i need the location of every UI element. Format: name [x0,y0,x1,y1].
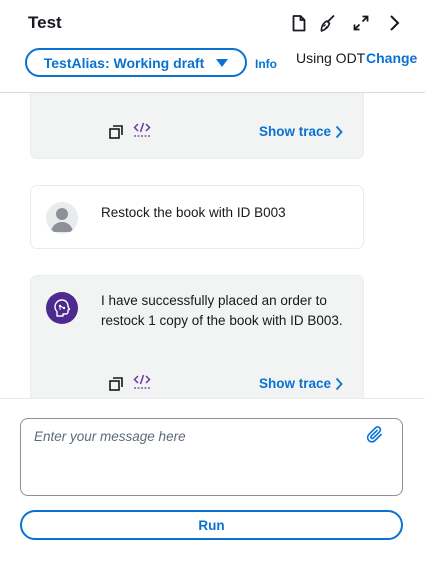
user-message-text: Restock the book with ID B003 [101,205,286,220]
test-panel-header: Test TestAlias: Working draft Info Using… [0,0,425,93]
user-avatar [46,202,78,234]
info-link[interactable]: Info [255,57,277,71]
odt-label: Using ODT [296,50,366,66]
chevron-right-icon [335,125,343,138]
alias-label: TestAlias: Working draft [43,54,205,71]
user-message-card: Restock the book with ID B003 [30,185,364,249]
agent-message-card: I have successfully placed an order to r… [30,275,364,398]
caret-down-icon [216,58,229,67]
document-icon[interactable] [289,13,309,33]
copy-icon[interactable] [108,124,124,140]
clear-session-icon[interactable] [317,13,337,33]
agent-message-card: Show trace [30,93,364,159]
panel-title: Test [28,13,62,32]
code-icon[interactable] [133,374,151,390]
chevron-right-icon[interactable] [384,13,404,33]
odt-change-link[interactable]: Change [366,50,417,66]
show-trace-label: Show trace [258,124,331,139]
code-icon[interactable] [133,122,151,138]
show-trace-label: Show trace [258,376,331,391]
show-trace-link[interactable]: Show trace [259,376,343,391]
message-input[interactable] [20,418,403,496]
expand-icon[interactable] [351,13,371,33]
run-button-label: Run [198,517,225,533]
show-trace-link[interactable]: Show trace [259,124,343,139]
agent-message-text: I have successfully placed an order to r… [101,293,343,328]
chat-history: Show trace Restock the book with ID B003… [0,93,425,398]
paperclip-icon[interactable] [366,426,384,444]
copy-icon[interactable] [108,376,124,392]
alias-version-dropdown[interactable]: TestAlias: Working draft [25,48,247,77]
chevron-right-icon [335,377,343,390]
run-button[interactable]: Run [20,510,403,540]
agent-avatar-icon [46,292,78,324]
